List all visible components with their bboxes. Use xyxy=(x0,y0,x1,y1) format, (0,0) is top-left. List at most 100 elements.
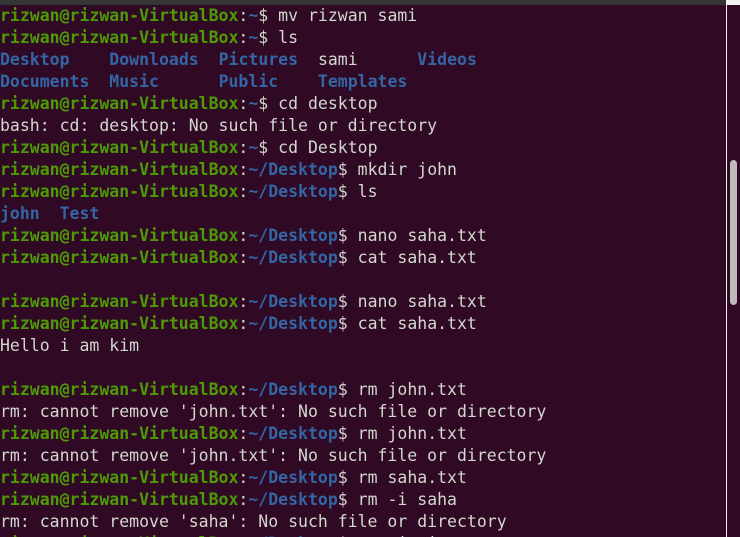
terminal-command: nano saha.txt xyxy=(357,226,487,245)
prompt-colon: : xyxy=(238,468,249,487)
prompt-path-dir: /Desktop xyxy=(258,182,338,201)
output-text: rm: cannot remove 'saha': No such file o… xyxy=(0,512,507,531)
prompt-sigil: $ xyxy=(337,160,358,179)
prompt-user-host: rizwan@rizwan-VirtualBox xyxy=(0,160,239,179)
output-text: rm: cannot remove 'john.txt': No such fi… xyxy=(0,446,547,465)
terminal-command: mkdir john xyxy=(357,160,457,179)
ls-directory-entry: Desktop xyxy=(0,50,70,69)
prompt-user-host: rizwan@rizwan-VirtualBox xyxy=(0,468,239,487)
terminal-prompt-line: rizwan@rizwan-VirtualBox:~/Desktop$ rm -… xyxy=(0,533,726,537)
prompt-user-host: rizwan@rizwan-VirtualBox xyxy=(0,490,239,509)
prompt-path-tilde: ~ xyxy=(248,292,259,311)
prompt-user-host: rizwan@rizwan-VirtualBox xyxy=(0,226,239,245)
prompt-user-host: rizwan@rizwan-VirtualBox xyxy=(0,6,239,25)
prompt-path-dir: /Desktop xyxy=(258,226,338,245)
terminal-ls-output-line: Desktop Downloads Pictures sami Videos xyxy=(0,49,726,71)
terminal-prompt-line: rizwan@rizwan-VirtualBox:~/Desktop$ rm s… xyxy=(0,467,726,489)
prompt-colon: : xyxy=(238,314,249,333)
terminal-prompt-line: rizwan@rizwan-VirtualBox:~$ mv rizwan sa… xyxy=(0,5,726,27)
terminal-command: nano saha.txt xyxy=(357,292,487,311)
prompt-user-host: rizwan@rizwan-VirtualBox xyxy=(0,94,239,113)
terminal-output-line: Hello i am kim xyxy=(0,335,726,357)
prompt-sigil: $ xyxy=(258,28,279,47)
prompt-path: ~ xyxy=(248,28,259,47)
terminal-command: rm john.txt xyxy=(357,380,467,399)
terminal-prompt-line: rizwan@rizwan-VirtualBox:~/Desktop$ mkdi… xyxy=(0,159,726,181)
prompt-sigil: $ xyxy=(337,424,358,443)
prompt-path-dir: /Desktop xyxy=(258,468,338,487)
prompt-path-tilde: ~ xyxy=(248,248,259,267)
terminal-ls-output-line: john Test xyxy=(0,203,726,225)
ls-directory-entry: Documents xyxy=(0,72,90,91)
ls-directory-entry: Templates xyxy=(317,72,408,91)
prompt-path-tilde: ~ xyxy=(248,182,259,201)
terminal-command: rm john.txt xyxy=(357,424,467,443)
prompt-path-dir: /Desktop xyxy=(258,248,338,267)
prompt-colon: : xyxy=(238,424,249,443)
prompt-user-host: rizwan@rizwan-VirtualBox xyxy=(0,292,239,311)
prompt-user-host: rizwan@rizwan-VirtualBox xyxy=(0,424,239,443)
prompt-user-host: rizwan@rizwan-VirtualBox xyxy=(0,314,239,333)
ls-file-entry: sami xyxy=(317,50,358,69)
prompt-sigil: $ xyxy=(337,248,358,267)
ls-spacer xyxy=(70,50,110,69)
prompt-colon: : xyxy=(238,182,249,201)
output-text: Hello i am kim xyxy=(0,336,140,355)
ls-spacer xyxy=(199,50,219,69)
terminal-window[interactable]: rizwan@rizwan-VirtualBox:~$ mv rizwan sa… xyxy=(0,0,726,537)
prompt-path: ~ xyxy=(248,6,259,25)
prompt-sigil: $ xyxy=(258,6,279,25)
terminal-command: mv rizwan sami xyxy=(278,6,418,25)
terminal-output-line: bash: cd: desktop: No such file or direc… xyxy=(0,115,726,137)
ls-directory-entry: john xyxy=(0,204,40,223)
prompt-sigil: $ xyxy=(337,314,358,333)
prompt-path-tilde: ~ xyxy=(248,314,259,333)
screenshot-root: rizwan@rizwan-VirtualBox:~$ mv rizwan sa… xyxy=(0,0,740,537)
terminal-prompt-line: rizwan@rizwan-VirtualBox:~/Desktop$ cat … xyxy=(0,247,726,269)
terminal-prompt-line: rizwan@rizwan-VirtualBox:~/Desktop$ nano… xyxy=(0,225,726,247)
prompt-path-tilde: ~ xyxy=(248,160,259,179)
prompt-colon: : xyxy=(238,490,249,509)
terminal-prompt-line: rizwan@rizwan-VirtualBox:~$ ls xyxy=(0,27,726,49)
prompt-sigil: $ xyxy=(337,292,358,311)
prompt-path-tilde: ~ xyxy=(248,380,259,399)
ls-directory-entry: Videos xyxy=(417,50,477,69)
prompt-user-host: rizwan@rizwan-VirtualBox xyxy=(0,28,239,47)
terminal-prompt-line: rizwan@rizwan-VirtualBox:~/Desktop$ rm -… xyxy=(0,489,726,511)
ls-spacer xyxy=(89,72,109,91)
ls-spacer xyxy=(159,72,219,91)
prompt-sigil: $ xyxy=(337,226,358,245)
prompt-path-tilde: ~ xyxy=(248,468,259,487)
ls-spacer xyxy=(298,50,318,69)
prompt-sigil: $ xyxy=(337,490,358,509)
vertical-scrollbar-track[interactable] xyxy=(727,5,740,537)
prompt-user-host: rizwan@rizwan-VirtualBox xyxy=(0,182,239,201)
prompt-path-dir: /Desktop xyxy=(258,424,338,443)
terminal-screen[interactable]: rizwan@rizwan-VirtualBox:~$ mv rizwan sa… xyxy=(0,5,726,537)
terminal-prompt-line: rizwan@rizwan-VirtualBox:~/Desktop$ nano… xyxy=(0,291,726,313)
prompt-path: ~ xyxy=(248,138,259,157)
terminal-command: ls xyxy=(357,182,378,201)
ls-spacer xyxy=(358,50,418,69)
terminal-command: rm saha.txt xyxy=(357,468,467,487)
prompt-path-dir: /Desktop xyxy=(258,160,338,179)
terminal-output-line: rm: cannot remove 'saha': No such file o… xyxy=(0,511,726,533)
ls-spacer xyxy=(278,72,318,91)
prompt-sigil: $ xyxy=(337,380,358,399)
prompt-sigil: $ xyxy=(337,468,358,487)
terminal-prompt-line: rizwan@rizwan-VirtualBox:~/Desktop$ rm j… xyxy=(0,379,726,401)
prompt-colon: : xyxy=(238,6,249,25)
ls-directory-entry: Test xyxy=(59,204,100,223)
terminal-blank-line xyxy=(0,357,726,379)
ls-directory-entry: Downloads xyxy=(109,50,199,69)
terminal-command: cd desktop xyxy=(278,94,378,113)
prompt-path: ~ xyxy=(248,94,259,113)
vertical-scrollbar-thumb[interactable] xyxy=(730,160,737,305)
terminal-command: rm -i saha xyxy=(357,490,457,509)
terminal-prompt-line: rizwan@rizwan-VirtualBox:~$ cd desktop xyxy=(0,93,726,115)
prompt-colon: : xyxy=(238,380,249,399)
terminal-command: cd Desktop xyxy=(278,138,378,157)
prompt-sigil: $ xyxy=(258,94,279,113)
ls-directory-entry: Music xyxy=(109,72,159,91)
terminal-output-line: rm: cannot remove 'john.txt': No such fi… xyxy=(0,401,726,423)
